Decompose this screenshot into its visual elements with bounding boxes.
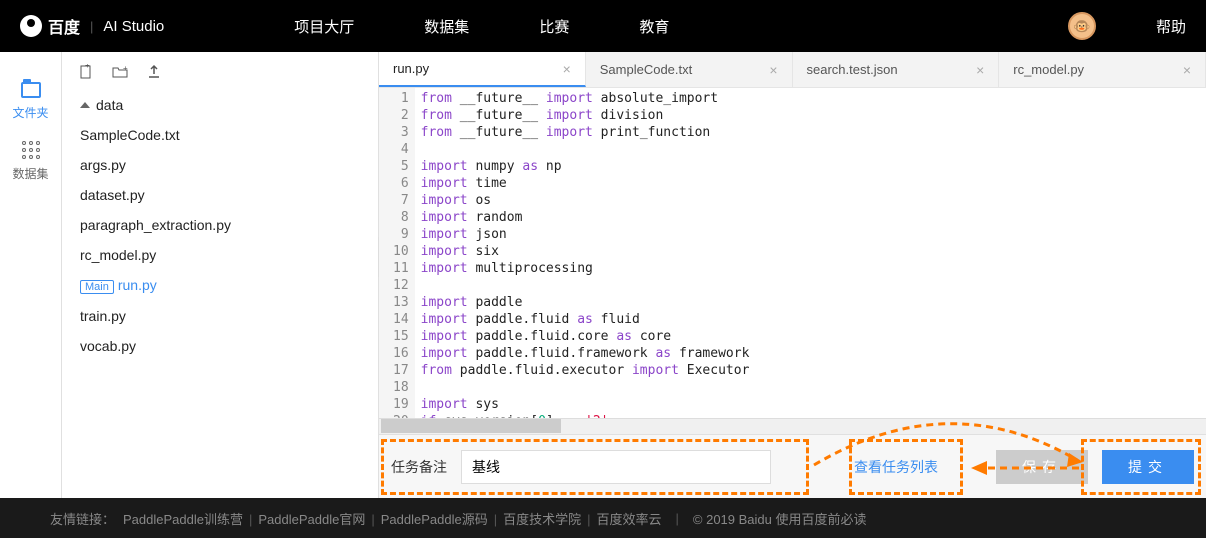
nav-competitions[interactable]: 比赛 xyxy=(539,16,569,37)
main-badge: Main xyxy=(80,280,114,294)
top-navbar: 百度 | AI Studio 项目大厅 数据集 比赛 教育 🐵 帮助 xyxy=(0,0,1206,52)
tree-file[interactable]: train.py xyxy=(78,301,362,331)
footer-link[interactable]: PaddlePaddle源码 xyxy=(381,512,488,527)
file-name: paragraph_extraction.py xyxy=(80,217,231,233)
horizontal-scrollbar[interactable] xyxy=(379,418,1206,434)
folder-icon xyxy=(21,82,41,98)
main-nav: 项目大厅 数据集 比赛 教育 xyxy=(294,16,669,37)
activity-datasets[interactable]: 数据集 xyxy=(0,131,61,192)
file-tree: data SampleCode.txt args.py dataset.py para… xyxy=(62,90,378,361)
footer-link[interactable]: 百度技术学院 xyxy=(503,512,581,527)
editor-tab[interactable]: run.py × xyxy=(379,52,586,87)
dataset-icon xyxy=(22,141,40,159)
close-icon[interactable]: × xyxy=(769,62,777,78)
new-folder-icon[interactable]: + xyxy=(112,64,128,80)
file-toolbar: + + xyxy=(62,60,378,90)
nav-education[interactable]: 教育 xyxy=(639,16,669,37)
svg-text:+: + xyxy=(85,64,90,70)
editor-tab[interactable]: rc_model.py × xyxy=(999,52,1206,87)
tree-file[interactable]: rc_model.py xyxy=(78,240,362,270)
file-name: args.py xyxy=(80,157,126,173)
tree-folder-data[interactable]: data xyxy=(78,90,362,120)
baidu-paw-icon xyxy=(20,15,42,37)
editor-pane: ◀ run.py×SampleCode.txt×search.test.json… xyxy=(378,52,1206,498)
brand-divider: | xyxy=(90,19,93,34)
footer-link[interactable]: PaddlePaddle官网 xyxy=(258,512,365,527)
tab-label: rc_model.py xyxy=(1013,62,1084,77)
tree-file[interactable]: vocab.py xyxy=(78,331,362,361)
file-name: vocab.py xyxy=(80,338,136,354)
close-icon[interactable]: × xyxy=(1183,62,1191,78)
tab-label: search.test.json xyxy=(807,62,898,77)
studio-text: AI Studio xyxy=(103,18,164,35)
brand-text: 百度 xyxy=(48,14,80,38)
logo-area: 百度 | AI Studio xyxy=(20,14,164,38)
tree-file[interactable]: paragraph_extraction.py xyxy=(78,210,362,240)
tree-file[interactable]: SampleCode.txt xyxy=(78,120,362,150)
new-file-icon[interactable]: + xyxy=(78,64,94,80)
close-icon[interactable]: × xyxy=(976,62,984,78)
save-button[interactable]: 保存 xyxy=(996,450,1088,484)
remark-label: 任务备注 xyxy=(391,457,447,477)
task-bottom-bar: 任务备注 查看任务列表 保存 提交 xyxy=(379,434,1206,498)
main-area: 文件夹 数据集 + + data SampleCode.txtargs.pyda… xyxy=(0,52,1206,498)
line-gutter: 123456789101112131415161718192021222324 xyxy=(379,88,415,418)
activity-datasets-label: 数据集 xyxy=(12,165,48,182)
tree-file[interactable]: args.py xyxy=(78,150,362,180)
editor-tab[interactable]: search.test.json × xyxy=(793,52,1000,87)
user-avatar-icon[interactable]: 🐵 xyxy=(1068,12,1096,40)
upload-icon[interactable] xyxy=(146,64,162,80)
file-name: rc_model.py xyxy=(80,247,156,263)
footer-link[interactable]: 百度效率云 xyxy=(597,512,662,527)
chevron-up-icon xyxy=(80,102,90,108)
tree-file[interactable]: dataset.py xyxy=(78,180,362,210)
folder-label: data xyxy=(96,97,123,113)
footer-label: 友情链接： xyxy=(50,509,115,528)
nav-datasets[interactable]: 数据集 xyxy=(424,16,469,37)
close-icon[interactable]: × xyxy=(563,61,571,77)
code-editor[interactable]: 123456789101112131415161718192021222324 … xyxy=(379,88,1206,418)
svg-text:+: + xyxy=(123,64,128,73)
tab-label: run.py xyxy=(393,61,429,76)
header-right: 🐵 帮助 xyxy=(1068,12,1186,40)
file-name: run.py xyxy=(118,277,157,293)
activity-files[interactable]: 文件夹 xyxy=(0,72,61,131)
submit-button[interactable]: 提交 xyxy=(1102,450,1194,484)
editor-tabs: run.py×SampleCode.txt×search.test.json×r… xyxy=(379,52,1206,88)
editor-tab[interactable]: SampleCode.txt × xyxy=(586,52,793,87)
tree-file[interactable]: Main run.py xyxy=(78,270,362,301)
activity-files-label: 文件夹 xyxy=(12,104,48,121)
code-content[interactable]: from __future__ import absolute_importfr… xyxy=(415,88,1206,418)
nav-projects[interactable]: 项目大厅 xyxy=(294,16,354,37)
remark-input[interactable] xyxy=(461,450,771,484)
scrollbar-thumb[interactable] xyxy=(381,419,561,433)
file-name: train.py xyxy=(80,308,126,324)
file-name: SampleCode.txt xyxy=(80,127,180,143)
help-link[interactable]: 帮助 xyxy=(1156,16,1186,37)
footer: 友情链接： PaddlePaddle训练营|PaddlePaddle官网|Pad… xyxy=(0,498,1206,538)
file-explorer: + + data SampleCode.txt args.py dataset.py… xyxy=(62,52,378,498)
footer-link[interactable]: PaddlePaddle训练营 xyxy=(123,512,243,527)
activity-bar: 文件夹 数据集 xyxy=(0,52,62,498)
footer-copyright: © 2019 Baidu 使用百度前必读 xyxy=(693,509,867,528)
file-name: dataset.py xyxy=(80,187,145,203)
tab-label: SampleCode.txt xyxy=(600,62,693,77)
view-tasks-link[interactable]: 查看任务列表 xyxy=(854,457,938,477)
